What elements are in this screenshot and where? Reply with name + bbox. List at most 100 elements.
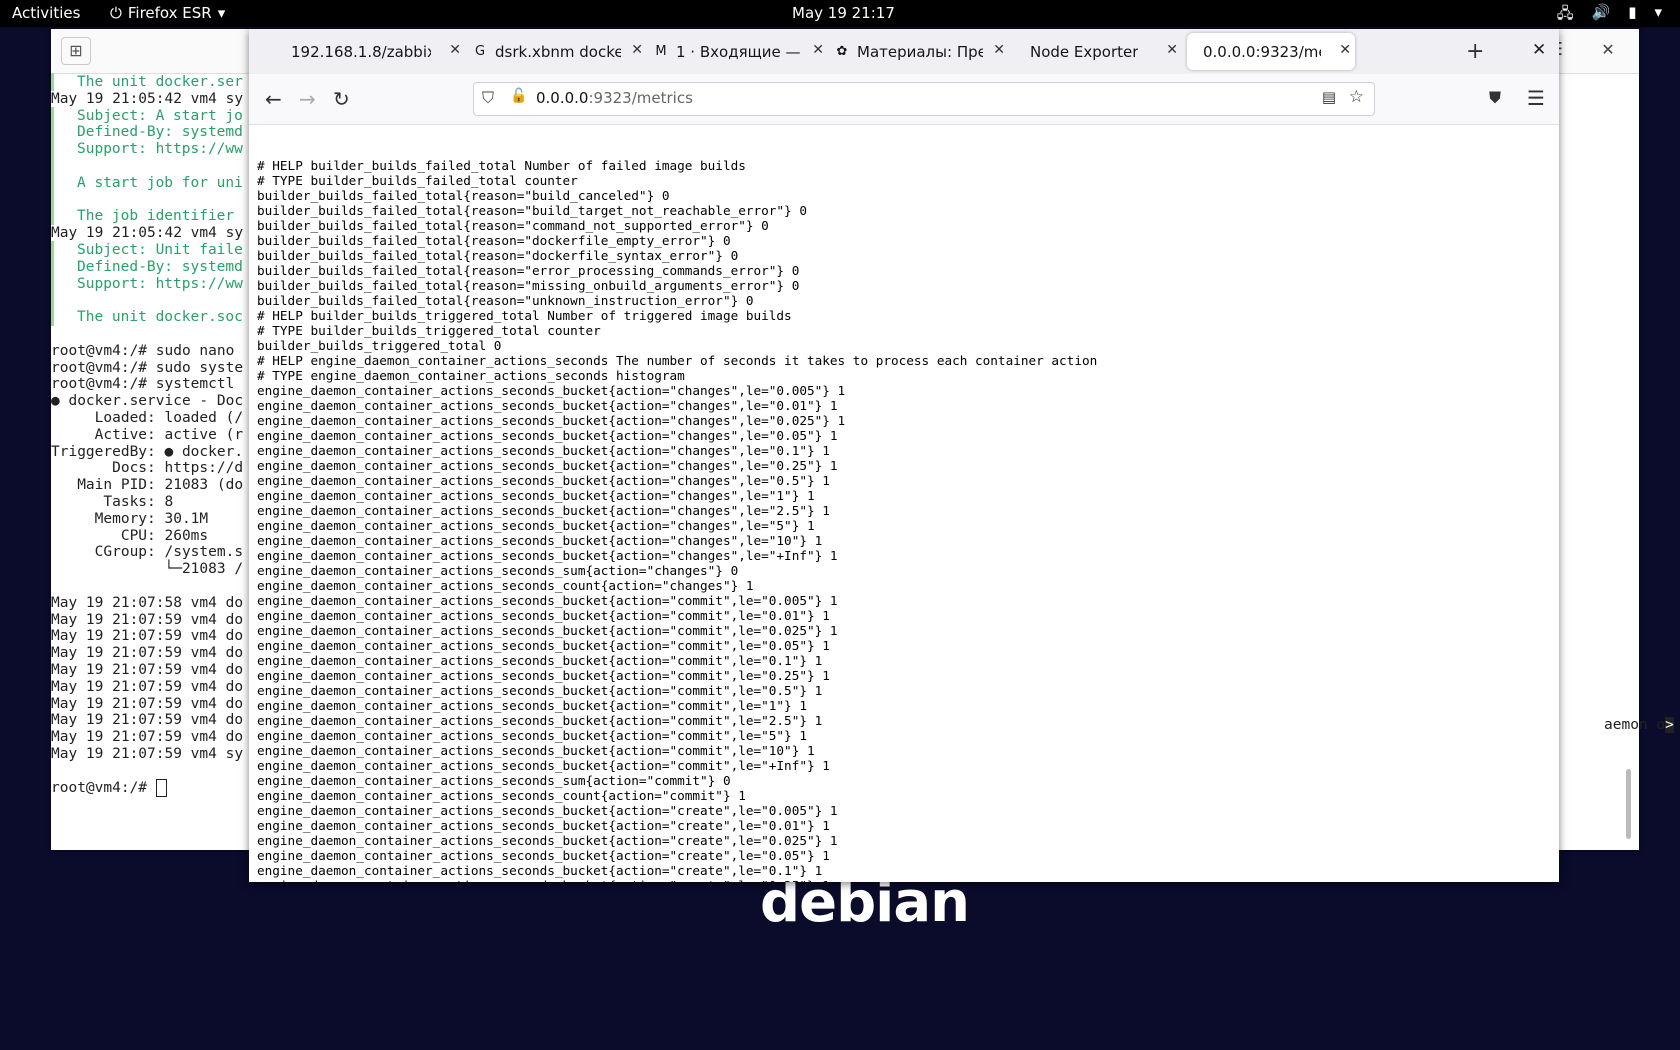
page-content: # HELP builder_builds_failed_total Numbe… [249,125,1559,882]
tab-favicon-icon [275,43,285,61]
new-tab-button[interactable]: + [1466,39,1484,64]
forward-arrow-icon[interactable]: → [299,87,316,111]
terminal-line: Active: active (r [51,426,244,443]
metrics-line: engine_daemon_container_actions_seconds_… [257,713,823,728]
terminal-line: Defined-By: systemd [51,123,243,142]
terminal-line: May 19 21:05:42 vm4 sy [51,90,244,107]
chevron-down-icon: ▾ [217,4,226,22]
firefox-app-icon: ⏻ [110,4,122,22]
terminal-line: May 19 21:07:59 vm4 sy [51,746,244,762]
tab-label: Материалы: Презен [857,42,983,61]
terminal-line: ● docker.service - Doc [51,393,244,410]
reload-icon[interactable]: ↻ [333,87,350,111]
metrics-line: engine_daemon_container_actions_seconds_… [257,608,830,623]
tab-label: 192.168.1.8/zabbix [291,42,431,61]
metrics-line: engine_daemon_container_actions_seconds_… [257,803,838,818]
tab-label: 0.0.0.0:9323/metrics [1203,42,1321,61]
metrics-line: builder_builds_failed_total{reason="dock… [257,233,731,248]
insecure-lock-icon[interactable]: 🔓 [510,88,527,104]
metrics-line: engine_daemon_container_actions_seconds_… [257,788,746,803]
browser-tab[interactable]: 192.168.1.8/zabbix ✕ [275,33,465,70]
app-menu-button[interactable]: ⏻ Firefox ESR ▾ [110,4,225,22]
metrics-line: # TYPE builder_builds_triggered_total co… [257,323,601,338]
system-tray[interactable]: 🖧 🔊 ▮ ▾ [1557,3,1662,28]
metrics-line: engine_daemon_container_actions_seconds_… [257,728,807,743]
metrics-line: engine_daemon_container_actions_seconds_… [257,863,823,878]
terminal-line: The job identifier [51,207,243,226]
metrics-line: engine_daemon_container_actions_seconds_… [257,458,838,473]
terminal-line: CPU: 260ms [51,527,209,544]
terminal-line: Docs: https://d [51,460,244,477]
metrics-line: builder_builds_failed_total{reason="erro… [257,263,800,278]
back-arrow-icon[interactable]: ← [265,87,282,111]
metrics-line: # HELP engine_daemon_container_actions_s… [257,353,1098,368]
metrics-line: # HELP builder_builds_failed_total Numbe… [257,158,746,173]
terminal-line [51,291,77,310]
window-close-icon[interactable]: ✕ [1532,40,1546,60]
terminal-line: Tasks: 8 [51,494,174,510]
volume-icon: 🔊 [1591,3,1611,21]
terminal-line: May 19 21:07:59 vm4 do [51,678,244,695]
metrics-line: engine_daemon_container_actions_seconds_… [257,563,739,578]
browser-tab[interactable]: ✿ Материалы: Презен ✕ [833,33,1009,70]
tab-favicon-icon: M [655,44,667,59]
network-icon: 🖧 [1556,4,1574,22]
metrics-line: engine_daemon_container_actions_seconds_… [257,443,830,458]
top-bar: Activities ⏻ Firefox ESR ▾ May 19 21:17 … [0,0,1680,27]
metrics-line: engine_daemon_container_actions_seconds_… [257,503,830,518]
metrics-line: engine_daemon_container_actions_seconds_… [257,758,830,773]
tab-close-icon[interactable]: ✕ [812,42,824,58]
metrics-line: engine_daemon_container_actions_seconds_… [257,638,830,653]
terminal-line [51,190,77,209]
metrics-line: engine_daemon_container_actions_seconds_… [257,413,846,428]
browser-tab[interactable]: Gdsrk.xbnm docker gh ✕ [471,33,647,70]
metrics-line: engine_daemon_container_actions_seconds_… [257,488,815,503]
terminal-cursor: > [1665,717,1674,733]
system-menu-icon: ▾ [1654,3,1662,21]
shield-icon[interactable]: ⛉ [482,88,494,108]
terminal-line: May 19 21:07:59 vm4 do [51,611,244,628]
tab-close-icon[interactable]: ✕ [1339,42,1351,58]
browser-tab[interactable]: Node Exporter ✕ [1014,33,1182,70]
browser-tab[interactable]: M 1 · Входящие — Янд ✕ [652,33,828,70]
metrics-line: engine_daemon_container_actions_seconds_… [257,848,830,863]
reader-view-icon[interactable]: ▤ [1322,88,1336,106]
tab-close-icon[interactable]: ✕ [449,42,461,58]
terminal-line: Loaded: loaded (/ [51,410,244,426]
terminal-line: └─21083 / [51,561,244,578]
terminal-line: May 19 21:07:59 vm4 do [51,662,244,678]
metrics-line: engine_daemon_container_actions_seconds_… [257,578,754,593]
metrics-line: engine_daemon_container_actions_seconds_… [257,398,838,413]
tab-label: 1 · Входящие — Янд [676,42,802,61]
terminal-line: TriggeredBy: ● docker. [51,443,244,460]
metrics-line: builder_builds_failed_total{reason="unkn… [257,293,754,308]
terminal-line: CGroup: /system.s [51,544,244,561]
close-icon[interactable]: ✕ [1595,37,1621,63]
clock[interactable]: May 19 21:17 [792,4,895,22]
url-text[interactable]: 0.0.0.0:9323/metrics [536,89,693,107]
activities-button[interactable]: Activities [12,4,80,22]
browser-tab[interactable]: 0.0.0.0:9323/metrics ✕ [1187,33,1355,70]
terminal-line: The unit docker.ser [51,73,243,91]
address-bar[interactable]: ⛉ 🔓 0.0.0.0:9323/metrics ▤ ☆ [473,82,1375,116]
terminal-line: root@vm4:/# sudo syste [51,359,244,376]
metrics-line: engine_daemon_container_actions_seconds_… [257,653,823,668]
bookmark-star-icon[interactable]: ☆ [1349,87,1364,107]
pocket-icon[interactable]: ⛊ [1489,88,1501,108]
terminal-line: Support: https://ww [51,140,243,159]
terminal-line: Defined-By: systemd [51,257,243,276]
terminal-line: May 19 21:07:58 vm4 do [51,594,244,611]
tab-favicon-icon [1014,43,1024,61]
terminal-line: Memory: 30.1M [51,510,209,527]
metrics-line: builder_builds_failed_total{reason="buil… [257,188,670,203]
terminal-scrollbar[interactable] [1626,769,1631,839]
tab-close-icon[interactable]: ✕ [993,42,1005,58]
firefox-window: 192.168.1.8/zabbix ✕ Gdsrk.xbnm docker gh ✕… [249,29,1559,882]
metrics-line: engine_daemon_container_actions_seconds_… [257,473,830,488]
terminal-line: May 19 21:07:59 vm4 do [51,695,244,712]
tab-close-icon[interactable]: ✕ [1166,42,1178,58]
metrics-line: engine_daemon_container_actions_seconds_… [257,878,830,882]
tab-close-icon[interactable]: ✕ [631,42,643,58]
new-tab-icon[interactable]: ⊞ [61,37,91,65]
hamburger-menu-icon[interactable]: ☰ [1527,86,1545,110]
